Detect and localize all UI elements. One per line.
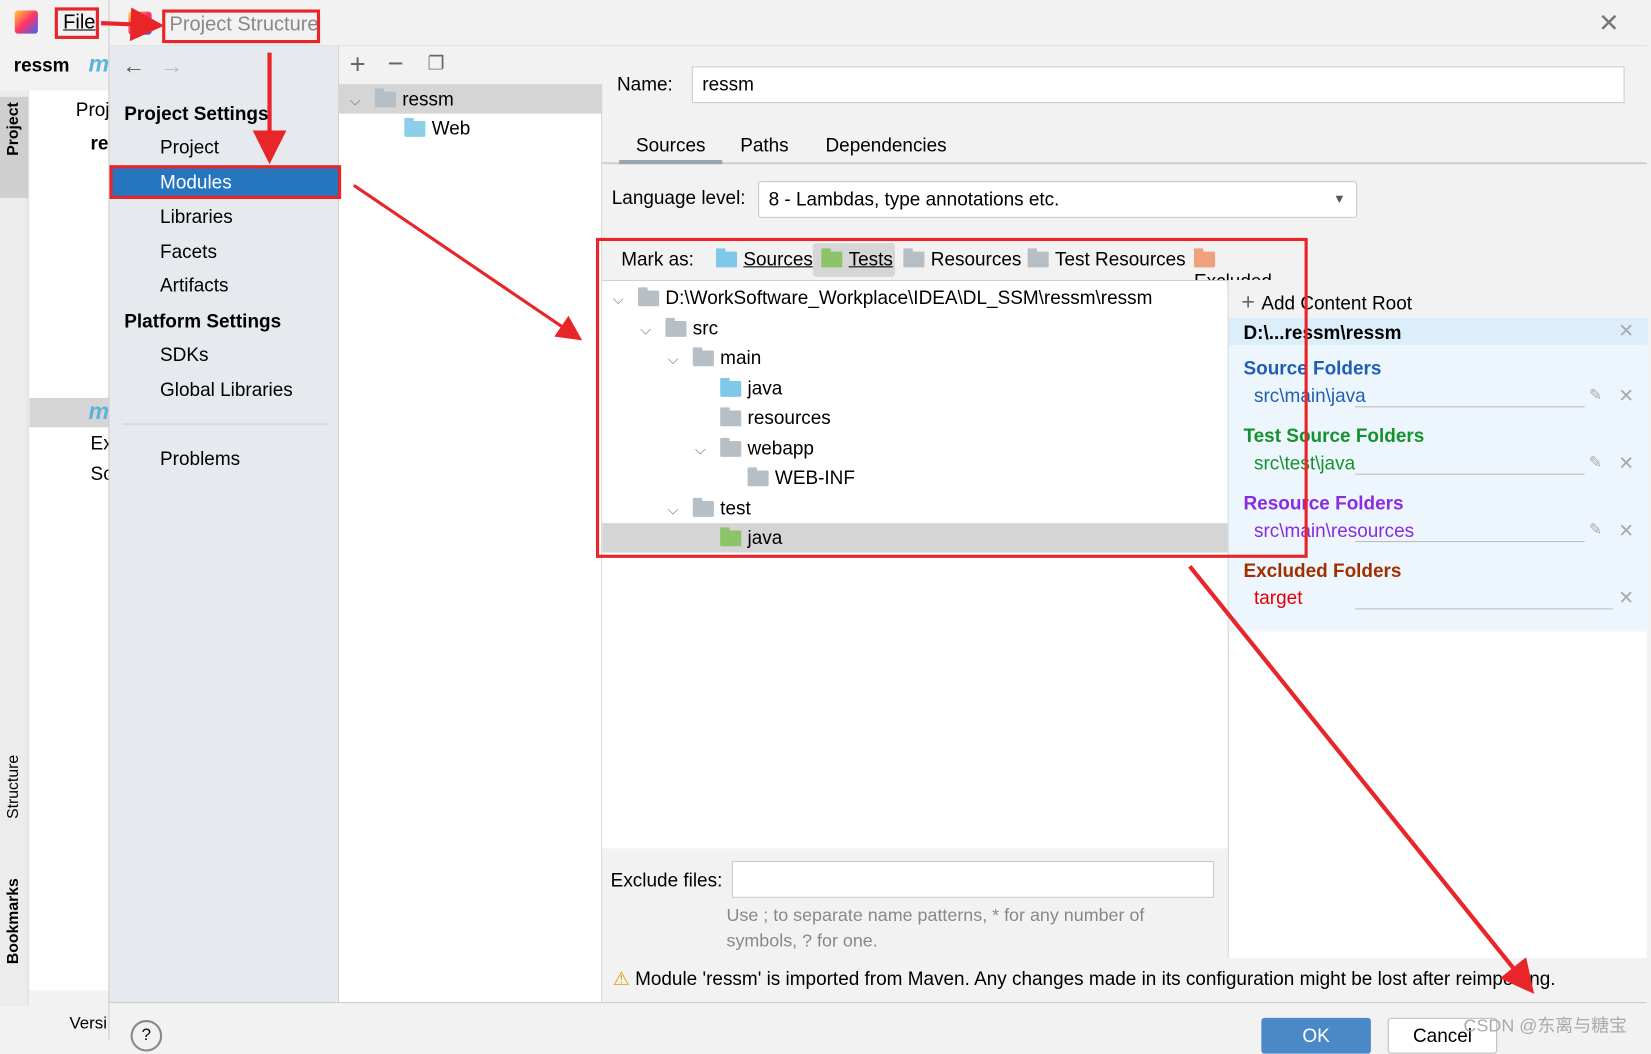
annotation-arrows: [100, 7, 1535, 994]
watermark: CSDN @东离与糖宝: [1463, 1015, 1627, 1036]
